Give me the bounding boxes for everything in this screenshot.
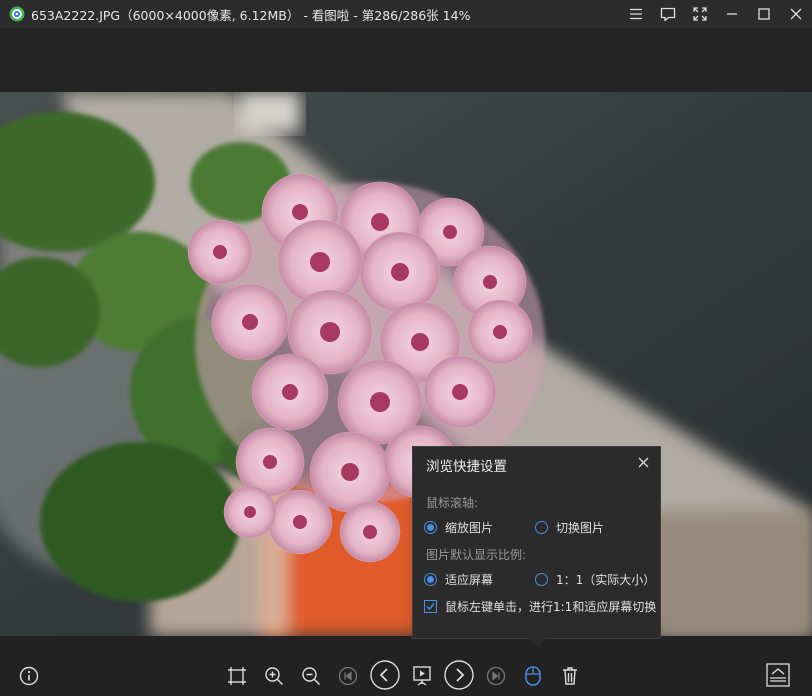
radio-zoom-image[interactable]: 缩放图片 <box>424 519 493 536</box>
zoom-out-button[interactable] <box>299 664 323 688</box>
close-button[interactable] <box>780 0 812 28</box>
wheel-section-label: 鼠标滚轴: <box>426 496 479 510</box>
close-icon <box>790 8 802 20</box>
toggle-click-zoom-checkbox[interactable]: 鼠标左键单击，进行1:1和适应屏幕切换 <box>424 598 656 615</box>
fit-window-icon <box>228 667 246 685</box>
window-title: 653A2222.JPG（6000×4000像素, 6.12MB） - 看图啦 … <box>31 7 471 23</box>
collapse-button[interactable] <box>765 662 791 688</box>
delete-icon <box>563 667 577 685</box>
minimize-button[interactable] <box>716 0 748 28</box>
radio-switch-image-label: 切换图片 <box>556 521 605 535</box>
radio-unchecked-icon <box>535 521 548 534</box>
flower-photo <box>0 92 812 636</box>
next-button[interactable] <box>443 659 475 691</box>
radio-actual-size-label: 1：1（实际大小） <box>556 573 656 587</box>
slideshow-button[interactable] <box>409 663 435 689</box>
radio-zoom-image-label: 缩放图片 <box>445 521 494 535</box>
maximize-button[interactable] <box>748 0 780 28</box>
menu-icon <box>630 8 642 20</box>
fullscreen-icon <box>693 7 707 21</box>
first-image-icon <box>338 666 358 686</box>
top-empty-area <box>0 28 812 92</box>
last-image-button[interactable] <box>484 664 508 688</box>
panel-pointer <box>529 638 547 647</box>
close-icon <box>638 457 648 467</box>
radio-actual-size[interactable]: 1：1（实际大小） <box>535 571 655 588</box>
radio-checked-icon <box>424 573 437 586</box>
previous-button[interactable] <box>369 659 401 691</box>
feedback-button[interactable] <box>652 0 684 28</box>
last-image-icon <box>486 666 506 686</box>
toggle-click-zoom-label: 鼠标左键单击，进行1:1和适应屏幕切换 <box>445 600 657 614</box>
mouse-settings-button[interactable] <box>521 663 545 689</box>
panel-close-button[interactable] <box>635 454 651 470</box>
app-logo-icon <box>9 6 25 22</box>
next-icon <box>444 660 474 690</box>
collapse-icon <box>766 663 790 687</box>
feedback-icon <box>660 7 676 21</box>
zoom-in-button[interactable] <box>262 664 286 688</box>
zoom-out-icon <box>302 667 321 686</box>
radio-unchecked-icon <box>535 573 548 586</box>
fullscreen-button[interactable] <box>684 0 716 28</box>
minimize-icon <box>727 13 737 15</box>
title-bar: 653A2222.JPG（6000×4000像素, 6.12MB） - 看图啦 … <box>0 0 812 28</box>
checkbox-checked-icon <box>424 600 437 613</box>
info-icon <box>19 666 39 686</box>
first-image-button[interactable] <box>336 664 360 688</box>
info-button[interactable] <box>17 664 41 688</box>
browse-settings-panel: 浏览快捷设置 鼠标滚轴: 缩放图片 切换图片 图片默认显示比例: 适应屏幕 1：… <box>412 446 661 639</box>
image-canvas[interactable] <box>0 92 812 636</box>
bottom-toolbar <box>0 636 812 696</box>
panel-title: 浏览快捷设置 <box>426 459 507 475</box>
delete-button[interactable] <box>558 664 582 688</box>
radio-fit-screen[interactable]: 适应屏幕 <box>424 571 493 588</box>
menu-button[interactable] <box>620 0 652 28</box>
fit-window-button[interactable] <box>225 664 249 688</box>
zoom-in-icon <box>265 667 284 686</box>
mouse-settings-icon <box>525 666 541 686</box>
maximize-icon <box>758 8 770 20</box>
radio-fit-screen-label: 适应屏幕 <box>445 573 494 587</box>
radio-switch-image[interactable]: 切换图片 <box>535 519 604 536</box>
radio-checked-icon <box>424 521 437 534</box>
previous-icon <box>370 660 400 690</box>
ratio-section-label: 图片默认显示比例: <box>426 548 527 562</box>
slideshow-icon <box>413 666 431 686</box>
